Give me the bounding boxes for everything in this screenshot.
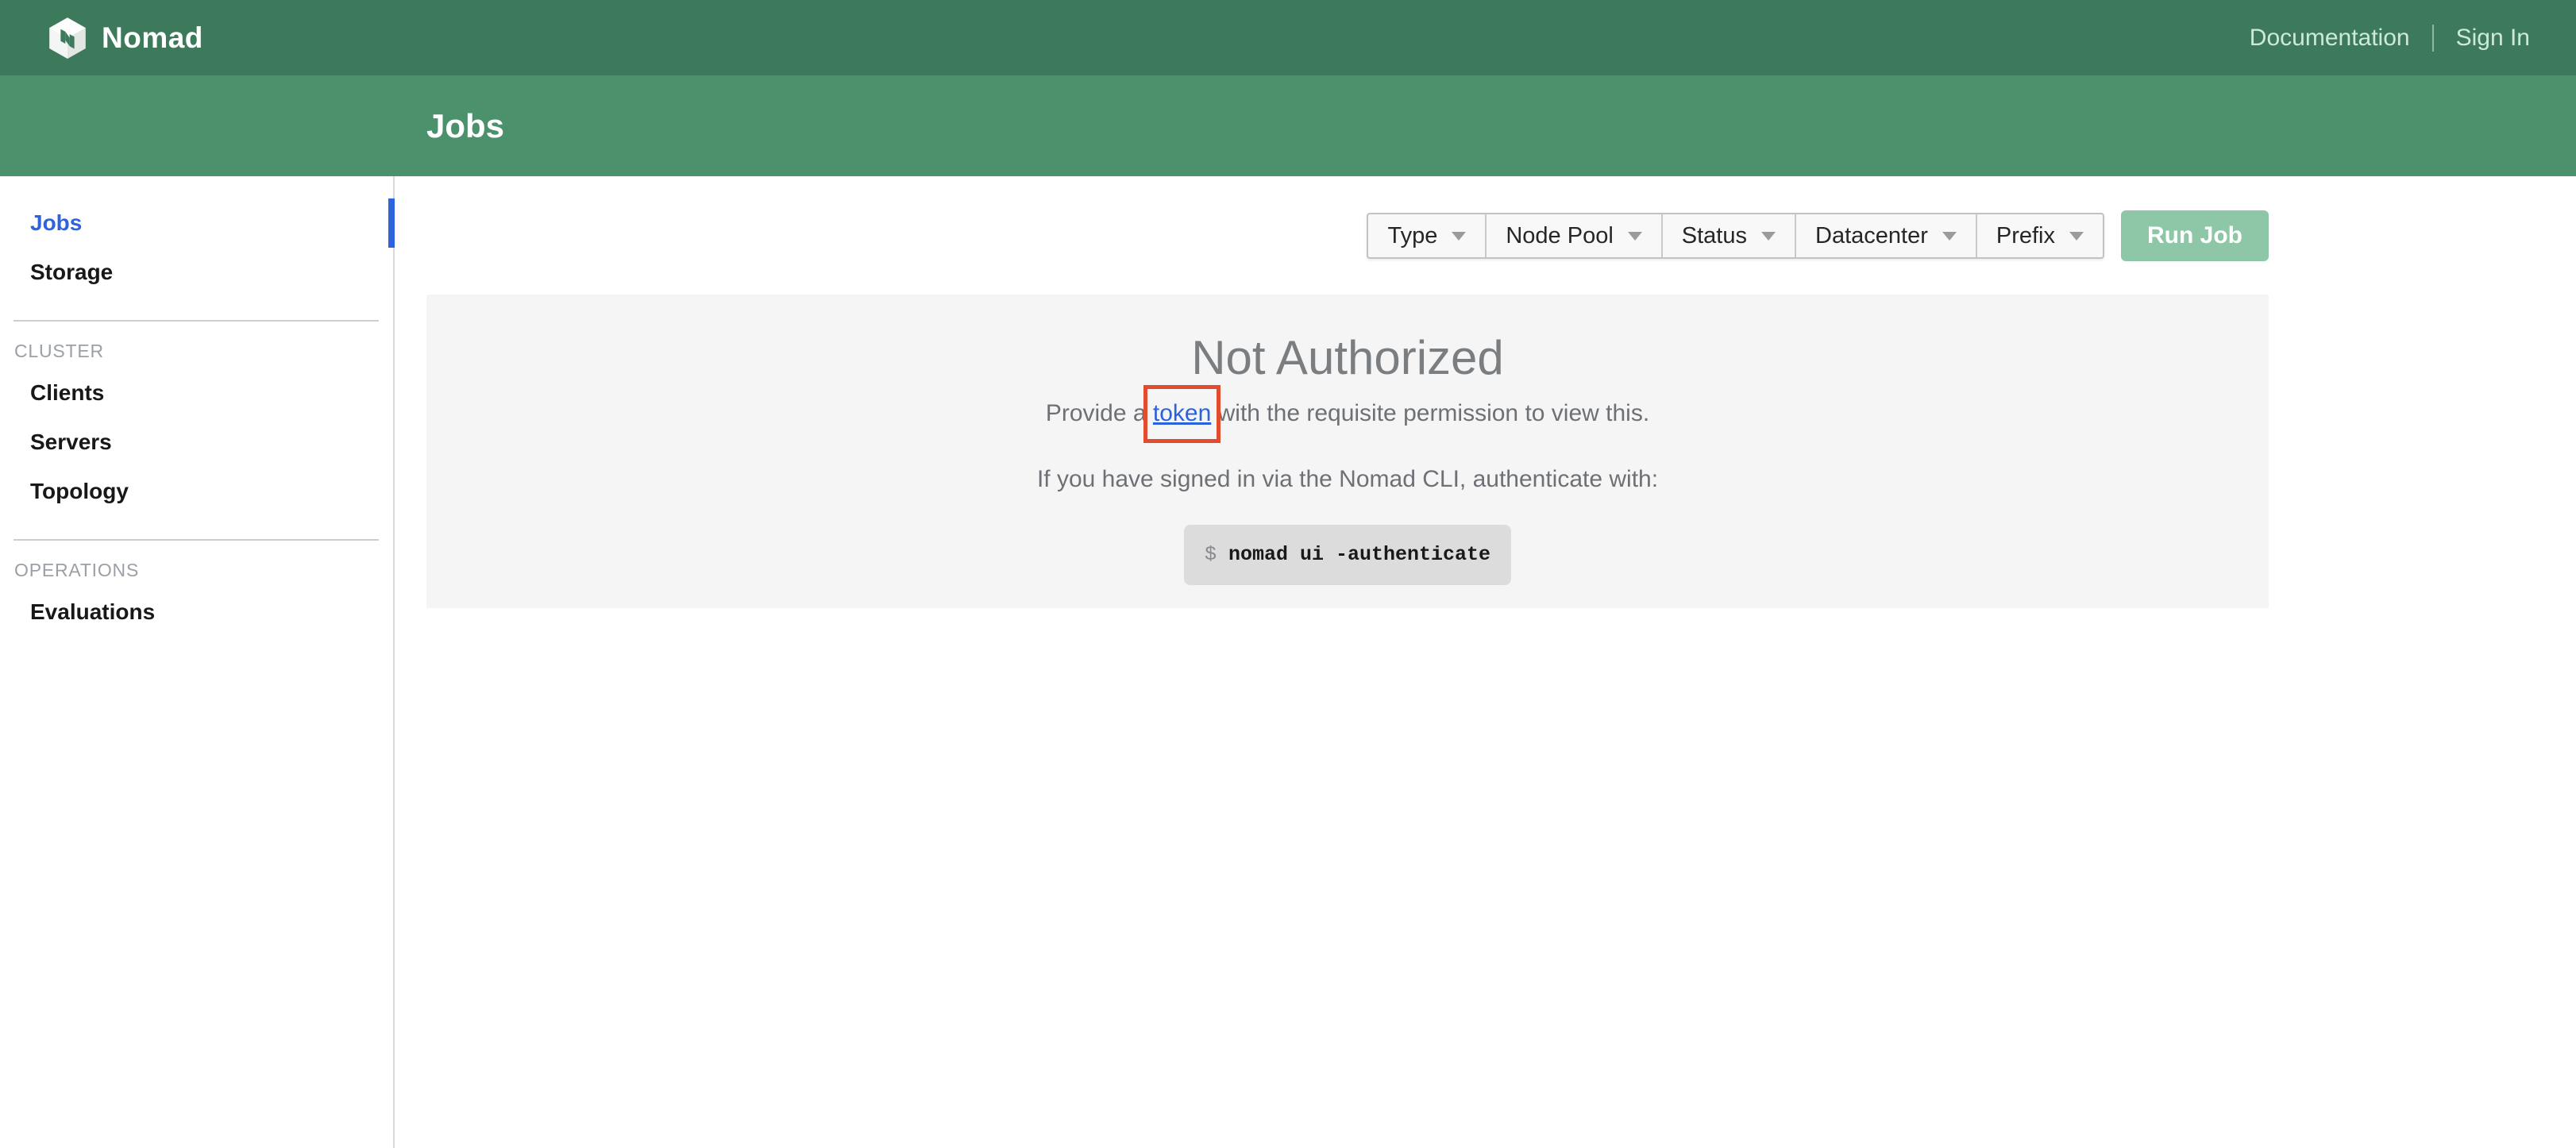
sidebar-item-label: Storage xyxy=(30,260,113,285)
jobs-toolbar: Type Node Pool Status Datacenter xyxy=(426,210,2269,261)
sidebar-menu-operations: Evaluations xyxy=(0,587,393,637)
chevron-down-icon xyxy=(1452,232,1466,241)
code-command: nomad ui -authenticate xyxy=(1228,543,1490,566)
sidebar-menu-cluster: Clients Servers Topology xyxy=(0,368,393,516)
sidebar-item-label: Topology xyxy=(30,479,129,504)
sidebar-section-operations-label: OPERATIONS xyxy=(0,560,393,581)
token-link[interactable]: token xyxy=(1153,400,1211,426)
top-nav-links: Documentation Sign In xyxy=(2250,25,2530,52)
sidebar-item-topology[interactable]: Topology xyxy=(0,467,393,516)
sidebar-item-label: Evaluations xyxy=(30,599,155,625)
chevron-down-icon xyxy=(2069,232,2084,241)
chevron-down-icon xyxy=(1942,232,1957,241)
run-job-button[interactable]: Run Job xyxy=(2121,210,2269,261)
sidebar-item-storage[interactable]: Storage xyxy=(0,248,393,297)
nomad-app: Nomad Documentation Sign In Jobs Jobs St… xyxy=(0,0,2576,1148)
documentation-link[interactable]: Documentation xyxy=(2250,25,2410,52)
top-nav-bar: Nomad Documentation Sign In xyxy=(0,0,2576,75)
dropdown-label: Datacenter xyxy=(1815,223,1928,249)
brand-name: Nomad xyxy=(102,21,203,55)
active-indicator xyxy=(388,198,395,248)
type-filter-dropdown[interactable]: Type xyxy=(1368,214,1487,257)
not-authorized-panel: Not Authorized Provide a token with the … xyxy=(426,295,2269,608)
sign-in-link[interactable]: Sign In xyxy=(2456,25,2530,52)
chevron-down-icon xyxy=(1628,232,1642,241)
cli-message: If you have signed in via the Nomad CLI,… xyxy=(426,464,2269,495)
code-prompt: $ xyxy=(1205,543,1217,566)
node-pool-filter-dropdown[interactable]: Node Pool xyxy=(1487,214,1662,257)
sidebar-section-cluster-label: CLUSTER xyxy=(0,341,393,362)
sidebar-item-label: Servers xyxy=(30,430,112,455)
sidebar-item-servers[interactable]: Servers xyxy=(0,418,393,467)
status-filter-dropdown[interactable]: Status xyxy=(1663,214,1796,257)
token-message-suffix: with the requisite permission to view th… xyxy=(1211,400,1649,426)
cli-code-block: $ nomad ui -authenticate xyxy=(1184,525,1511,585)
chevron-down-icon xyxy=(1761,232,1776,241)
sidebar-item-jobs[interactable]: Jobs xyxy=(0,198,393,248)
page-title: Jobs xyxy=(426,107,504,145)
token-highlight-wrap: token xyxy=(1153,398,1211,429)
top-nav-divider xyxy=(2432,25,2434,52)
sidebar-item-label: Jobs xyxy=(30,210,82,236)
token-message-prefix: Provide a xyxy=(1046,400,1153,426)
prefix-filter-dropdown[interactable]: Prefix xyxy=(1977,214,2103,257)
dropdown-label: Node Pool xyxy=(1506,223,1613,249)
sidebar: Jobs Storage CLUSTER Clients Servers Top… xyxy=(0,176,395,1148)
main-content: Type Node Pool Status Datacenter xyxy=(395,176,2576,1148)
dropdown-label: Prefix xyxy=(1996,223,2055,249)
nomad-logo-icon xyxy=(46,17,89,60)
token-message: Provide a token with the requisite permi… xyxy=(426,398,2269,429)
dropdown-label: Type xyxy=(1387,223,1437,249)
sidebar-item-evaluations[interactable]: Evaluations xyxy=(0,587,393,637)
page-body: Jobs Storage CLUSTER Clients Servers Top… xyxy=(0,176,2576,1148)
datacenter-filter-dropdown[interactable]: Datacenter xyxy=(1796,214,1977,257)
sidebar-menu-main: Jobs Storage xyxy=(0,198,393,297)
sidebar-item-label: Clients xyxy=(30,380,104,406)
sidebar-divider xyxy=(13,539,379,541)
filter-dropdown-group: Type Node Pool Status Datacenter xyxy=(1367,213,2104,259)
sidebar-divider xyxy=(13,320,379,322)
nomad-brand[interactable]: Nomad xyxy=(46,17,203,60)
not-authorized-title: Not Authorized xyxy=(426,329,2269,387)
dropdown-label: Status xyxy=(1682,223,1747,249)
sidebar-item-clients[interactable]: Clients xyxy=(0,368,393,418)
page-header: Jobs xyxy=(0,75,2576,176)
